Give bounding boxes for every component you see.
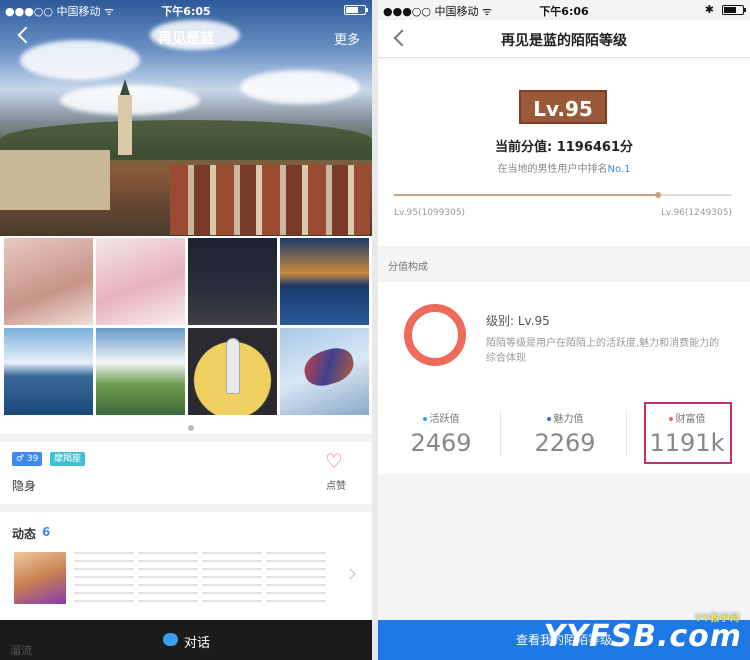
photo-thumbnail[interactable] — [280, 238, 369, 325]
gender-age-badge: ♂ 39 — [12, 452, 43, 466]
level-badge: Lv.95 — [519, 90, 607, 124]
photo-thumbnail[interactable] — [4, 238, 93, 325]
highlight-box — [644, 402, 732, 464]
chat-bubble-icon — [163, 633, 178, 646]
bluetooth-icon: ✱ — [704, 3, 714, 16]
dynamics-title: 动态 — [12, 527, 37, 541]
photo-thumbnail[interactable] — [188, 238, 277, 325]
photo-thumbnail[interactable] — [96, 328, 185, 415]
more-button[interactable]: 更多 — [334, 29, 360, 48]
bottom-faint-text: 溜流 — [10, 644, 32, 657]
clock: 下午6:06 — [539, 5, 589, 18]
heart-icon[interactable]: ♡ — [322, 450, 346, 472]
next-level-threshold: Lv.96(1249305) — [660, 208, 732, 218]
level-text: 级别: Lv.95 — [486, 314, 550, 328]
section-title: 分值构成 — [388, 262, 428, 273]
dynamics-preview — [74, 552, 342, 604]
photo-thumbnail[interactable] — [96, 238, 185, 325]
activity-value: 2469 — [410, 429, 472, 457]
chevron-right-icon[interactable] — [344, 568, 356, 580]
battery-icon — [344, 5, 368, 15]
page-title: 再见是蓝 — [158, 31, 214, 47]
view-my-level-button[interactable]: 查看我的陌陌等级 YYFSB.com YY教手网 — [378, 614, 750, 660]
photo-thumbnail[interactable] — [188, 328, 277, 415]
photo-thumbnail[interactable] — [280, 328, 369, 415]
profile-screen: ●●●○○ 中国移动 ᯤ 下午6:05 再见是蓝 更多 ♂ 39 摩羯座 隐身 … — [0, 0, 372, 660]
dynamics-count: 6 — [42, 525, 51, 539]
status-bar: ●●●○○ 中国移动 ᯤ 下午6:05 — [0, 0, 372, 20]
page-indicator — [0, 424, 372, 433]
activity-stat: 活跃值 2469 — [386, 410, 496, 457]
like-label[interactable]: 点赞 — [326, 477, 346, 492]
level-ring-chart — [404, 304, 466, 366]
photo-grid — [0, 236, 372, 434]
level-progress-bar — [394, 192, 732, 198]
level-description: 陌陌等级是用户在陌陌上的活跃度,魅力和消费能力的综合体现 — [486, 338, 720, 364]
rank-text: 在当地的男性用户中排名No.1 — [497, 164, 631, 175]
current-score: 当前分值: 1196461分 — [494, 140, 634, 155]
rank-value: No.1 — [607, 164, 631, 175]
charm-value: 2269 — [534, 429, 596, 457]
photo-thumbnail[interactable] — [4, 328, 93, 415]
chat-label: 对话 — [184, 636, 211, 651]
chat-button[interactable]: 溜流 对话 — [0, 620, 372, 660]
level-screen: ●●●○○ 中国移动 ᯤ 下午6:06 ✱ 再见是蓝的陌陌等级 Lv.95 当前… — [378, 0, 750, 660]
clock: 下午6:05 — [161, 5, 211, 18]
current-level-threshold: Lv.95(1099305) — [394, 208, 466, 218]
score-composition: 级别: Lv.95 陌陌等级是用户在陌陌上的活跃度,魅力和消费能力的综合体现 活… — [378, 282, 750, 474]
nav-bar: 再见是蓝的陌陌等级 — [378, 20, 750, 58]
zodiac-badge: 摩羯座 — [50, 452, 86, 466]
visibility-status: 隐身 — [12, 479, 37, 493]
page-title: 再见是蓝的陌陌等级 — [501, 33, 627, 49]
battery-icon — [722, 5, 746, 15]
charm-stat: 魅力值 2269 — [510, 410, 620, 457]
watermark: YYFSB.com YY教手网 — [543, 614, 742, 654]
level-card: Lv.95 当前分值: 1196461分 在当地的男性用户中排名No.1 Lv.… — [378, 60, 750, 246]
profile-info: ♂ 39 摩羯座 隐身 ♡ 点赞 — [0, 442, 372, 504]
dynamics-section[interactable]: 动态 6 — [0, 512, 372, 620]
dynamic-thumbnail[interactable] — [14, 552, 66, 604]
status-bar: ●●●○○ 中国移动 ᯤ 下午6:06 ✱ — [378, 0, 750, 20]
